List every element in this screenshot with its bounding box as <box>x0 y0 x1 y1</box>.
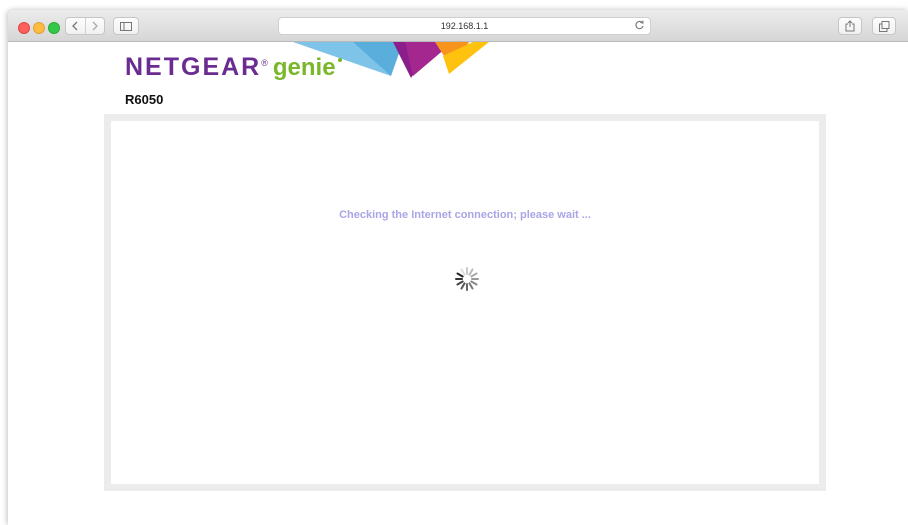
back-button[interactable] <box>66 18 85 34</box>
spinner-spoke <box>460 282 466 290</box>
spinner-spoke <box>456 272 464 278</box>
sidebar-toggle-button[interactable] <box>113 17 139 35</box>
share-icon <box>845 20 855 32</box>
chevron-left-icon <box>72 21 78 31</box>
tabs-icon <box>878 20 889 32</box>
spinner-spoke <box>468 282 474 290</box>
minimize-window-button[interactable] <box>33 22 45 34</box>
share-button[interactable] <box>838 17 862 35</box>
netgear-genie-logo: NETGEAR ® genie <box>125 53 342 83</box>
logo-netgear-text: NETGEAR <box>125 53 262 81</box>
content-panel: Checking the Internet connection; please… <box>104 114 826 491</box>
spinner-spoke <box>460 268 466 276</box>
router-model: R6050 <box>125 92 164 107</box>
browser-window: 192.168.1.1 NETGEAR ® genie R6050 Checki… <box>8 10 908 525</box>
address-bar[interactable]: 192.168.1.1 <box>278 17 651 35</box>
status-message: Checking the Internet connection; please… <box>339 209 591 221</box>
logo-registered-mark: ® <box>261 58 268 68</box>
close-window-button[interactable] <box>18 22 30 34</box>
spinner-spoke <box>456 280 464 286</box>
logo-dot <box>337 58 342 62</box>
spinner-spoke <box>470 280 478 286</box>
browser-toolbar: 192.168.1.1 <box>8 10 908 42</box>
zoom-window-button[interactable] <box>48 22 60 34</box>
spinner-spoke <box>470 272 478 278</box>
address-url: 192.168.1.1 <box>440 21 489 31</box>
loading-spinner-icon <box>455 267 479 291</box>
forward-button[interactable] <box>84 18 105 34</box>
navigation-buttons <box>65 17 105 35</box>
spinner-spoke <box>468 268 474 276</box>
reload-button[interactable] <box>634 20 645 33</box>
content-panel-inner: Checking the Internet connection; please… <box>111 121 819 484</box>
sidebar-icon <box>120 21 132 31</box>
chevron-right-icon <box>92 21 98 31</box>
page-content: NETGEAR ® genie R6050 Checking the Interne… <box>8 42 908 525</box>
reload-icon <box>635 20 644 30</box>
show-all-tabs-button[interactable] <box>872 17 896 35</box>
logo-genie-text: genie <box>272 54 336 81</box>
